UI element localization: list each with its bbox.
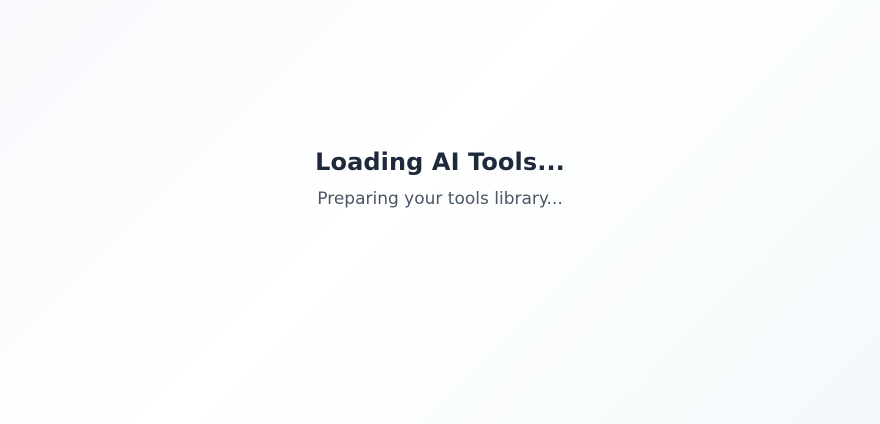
loading-subtitle: Preparing your tools library... (317, 189, 563, 209)
loading-screen: Loading AI Tools... Preparing your tools… (0, 0, 880, 424)
loading-title: Loading AI Tools... (315, 148, 565, 176)
loading-content: Loading AI Tools... Preparing your tools… (0, 144, 880, 212)
